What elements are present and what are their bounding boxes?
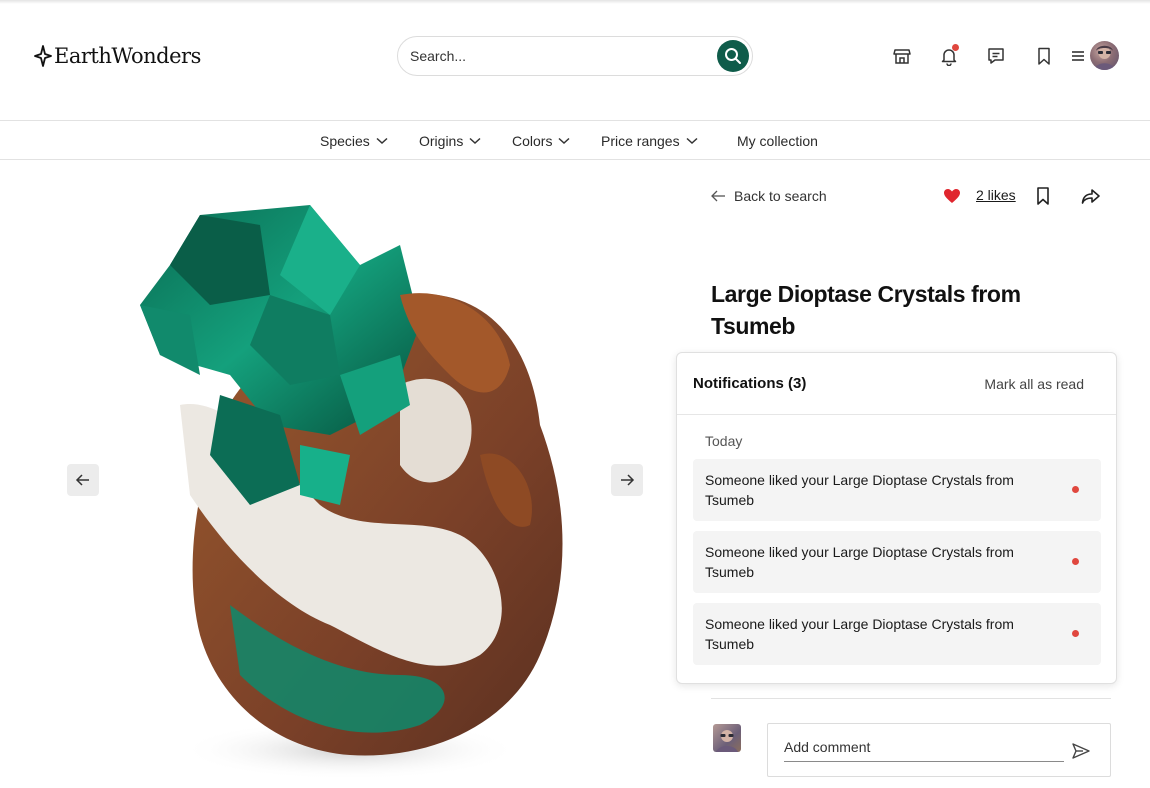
brand-name: EarthWonders xyxy=(54,44,201,68)
sparkle-icon xyxy=(34,45,52,67)
nav-label: Price ranges xyxy=(601,133,680,149)
nav-label: Origins xyxy=(419,133,464,149)
arrow-left-icon xyxy=(711,190,725,202)
unread-dot xyxy=(1072,630,1079,637)
next-image-button[interactable] xyxy=(611,464,643,496)
notification-text: Someone liked your Large Dioptase Crysta… xyxy=(705,472,1014,508)
send-icon xyxy=(1072,743,1090,759)
notifications-header: Notifications (3) Mark all as read xyxy=(677,353,1116,415)
notification-text: Someone liked your Large Dioptase Crysta… xyxy=(705,616,1014,652)
search-button[interactable] xyxy=(717,40,749,72)
chevron-down-icon xyxy=(558,137,570,145)
notification-item[interactable]: Someone liked your Large Dioptase Crysta… xyxy=(693,459,1101,521)
saved-button[interactable] xyxy=(1032,44,1056,68)
user-avatar[interactable] xyxy=(1090,41,1119,70)
nav-label: My collection xyxy=(737,133,818,149)
notification-badge xyxy=(952,44,959,51)
comment-composer xyxy=(767,723,1111,777)
bookmark-icon xyxy=(1038,47,1050,65)
notification-group-label: Today xyxy=(705,433,743,449)
nav-origins[interactable]: Origins xyxy=(419,131,481,151)
specimen-title: Large Dioptase Crystals from Tsumeb xyxy=(711,281,1021,339)
previous-image-button[interactable] xyxy=(67,464,99,496)
comment-underline xyxy=(784,761,1064,762)
notification-item[interactable]: Someone liked your Large Dioptase Crysta… xyxy=(693,603,1101,665)
nav-price-ranges[interactable]: Price ranges xyxy=(601,131,698,151)
search-input[interactable] xyxy=(410,45,700,67)
notification-item[interactable]: Someone liked your Large Dioptase Crysta… xyxy=(693,531,1101,593)
notifications-title: Notifications (3) xyxy=(693,375,807,392)
chevron-down-icon xyxy=(376,137,388,145)
likes-count-link[interactable]: 2 likes xyxy=(976,187,1016,203)
search-icon xyxy=(725,48,741,64)
chevron-down-icon xyxy=(469,137,481,145)
comment-input[interactable] xyxy=(784,737,1064,757)
mark-all-read-button[interactable]: Mark all as read xyxy=(984,376,1084,392)
category-nav: Species Origins Colors Price ranges My c… xyxy=(0,120,1150,160)
bookmark-icon xyxy=(1037,187,1049,205)
chat-icon xyxy=(988,48,1004,64)
nav-colors[interactable]: Colors xyxy=(512,131,570,151)
messages-button[interactable] xyxy=(984,44,1008,68)
menu-button[interactable] xyxy=(1066,44,1090,68)
section-divider xyxy=(711,698,1111,699)
save-specimen-button[interactable] xyxy=(1031,184,1055,208)
like-button[interactable] xyxy=(940,184,964,208)
brand-logo[interactable]: EarthWonders xyxy=(34,42,201,70)
notification-text: Someone liked your Large Dioptase Crysta… xyxy=(705,544,1014,580)
unread-dot xyxy=(1072,558,1079,565)
shop-button[interactable] xyxy=(890,44,914,68)
site-header: EarthWonders xyxy=(0,0,1150,120)
nav-species[interactable]: Species xyxy=(320,131,388,151)
commenter-avatar xyxy=(713,724,741,752)
specimen-image xyxy=(140,205,563,780)
avatar-image xyxy=(716,730,738,752)
nav-label: Colors xyxy=(512,133,553,149)
heart-icon xyxy=(944,189,960,203)
notifications-panel: Notifications (3) Mark all as read Today… xyxy=(676,352,1117,684)
nav-my-collection[interactable]: My collection xyxy=(737,131,818,151)
shop-icon xyxy=(893,49,911,64)
unread-dot xyxy=(1072,486,1079,493)
search-bar xyxy=(397,36,753,76)
back-label: Back to search xyxy=(734,188,827,204)
chevron-down-icon xyxy=(686,137,698,145)
notifications-button[interactable] xyxy=(937,44,961,68)
arrow-right-icon xyxy=(621,474,635,486)
share-button[interactable] xyxy=(1079,184,1103,208)
arrow-left-icon xyxy=(75,474,89,486)
send-comment-button[interactable] xyxy=(1070,741,1092,761)
menu-icon xyxy=(1072,51,1084,61)
back-to-search-link[interactable]: Back to search xyxy=(710,186,827,206)
nav-label: Species xyxy=(320,133,370,149)
specimen-photo xyxy=(100,205,580,785)
share-icon xyxy=(1081,189,1100,204)
avatar-image xyxy=(1094,45,1115,70)
